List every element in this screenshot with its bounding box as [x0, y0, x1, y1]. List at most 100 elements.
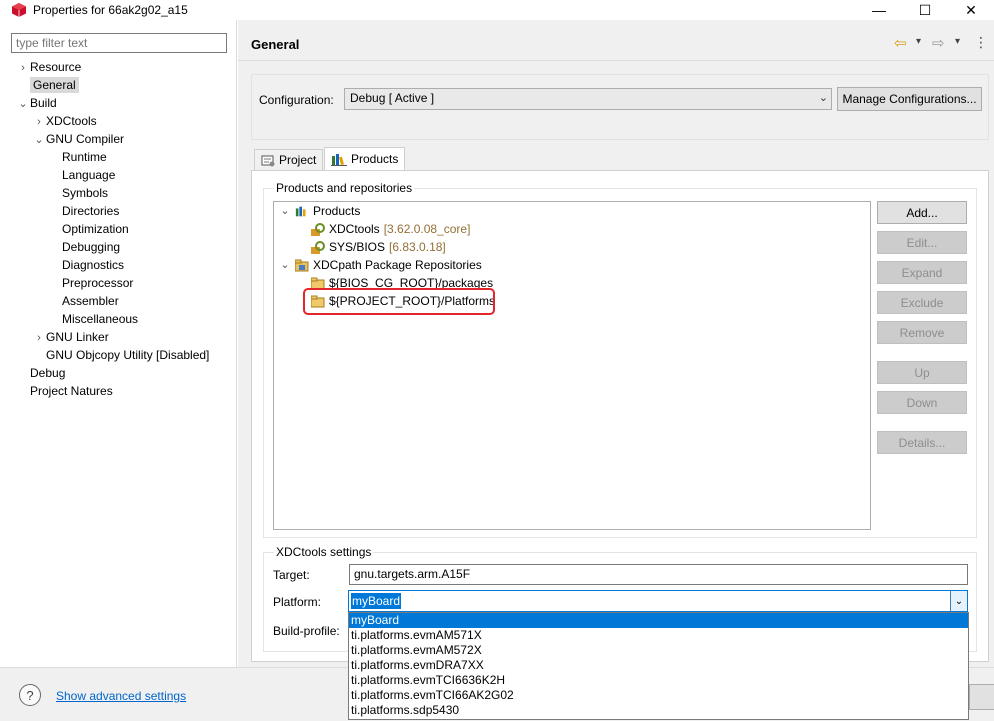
chevron-down-icon[interactable]: ⌄	[279, 256, 291, 274]
nav-tree-item[interactable]: Directories	[16, 202, 236, 220]
view-menu-icon[interactable]: ⋮	[974, 34, 988, 51]
chevron-down-icon[interactable]: ⌄	[16, 95, 30, 113]
platform-dropdown-list[interactable]: myBoard ti.platforms.evmAM571X ti.platform…	[348, 612, 969, 720]
tab-products[interactable]: Products	[324, 147, 406, 170]
filter-input[interactable]	[11, 33, 227, 53]
chevron-down-icon: ⌄	[818, 92, 828, 104]
nav-tree-item-label: Language	[62, 168, 116, 182]
footer-button-partial[interactable]	[969, 684, 994, 710]
add-button[interactable]: Add...	[877, 201, 967, 224]
platform-selected-value: myBoard	[351, 593, 402, 609]
nav-tree-item[interactable]: Symbols	[16, 184, 236, 202]
tab-products-label: Products	[351, 152, 399, 166]
nav-tree-item[interactable]: Miscellaneous	[16, 310, 236, 328]
nav-tree-item[interactable]: Project Natures	[16, 382, 236, 400]
platform-option[interactable]: ti.platforms.evmAM572X	[349, 643, 968, 658]
nav-tree-item[interactable]: › XDCtools	[16, 112, 236, 130]
configuration-select[interactable]: Debug [ Active ] ⌄	[344, 88, 832, 110]
nav-tree-item-label: GNU Linker	[46, 330, 109, 344]
show-advanced-settings-link[interactable]: Show advanced settings	[56, 689, 186, 703]
products-books-icon	[331, 153, 347, 166]
nav-tree-item[interactable]: General	[16, 76, 236, 94]
project-properties-icon	[261, 155, 275, 166]
nav-tree-item-label: Assembler	[62, 294, 119, 308]
chevron-right-icon[interactable]: ›	[32, 113, 46, 131]
platform-option[interactable]: ti.platforms.evmAM571X	[349, 628, 968, 643]
tree-item-label: Products	[313, 204, 361, 218]
nav-tree-item[interactable]: Preprocessor	[16, 274, 236, 292]
header-divider	[238, 60, 994, 61]
nav-tree-item[interactable]: › GNU Linker	[16, 328, 236, 346]
tab-project[interactable]: Project	[254, 149, 324, 170]
forward-arrow-icon[interactable]: ⇨	[932, 34, 945, 52]
platform-option[interactable]: ti.platforms.evmTCI6636K2H	[349, 673, 968, 688]
nav-tree-item-label: Diagnostics	[62, 258, 125, 272]
nav-tree-item[interactable]: Assembler	[16, 292, 236, 310]
manage-configurations-button[interactable]: Manage Configurations...	[837, 87, 982, 111]
configuration-label: Configuration:	[259, 93, 334, 107]
products-group-legend: Products and repositories	[274, 181, 415, 195]
remove-button[interactable]: Remove	[877, 321, 967, 344]
target-field[interactable]: gnu.targets.arm.A15F	[349, 564, 968, 585]
nav-tree-item-label: GNU Objcopy Utility [Disabled]	[46, 348, 210, 362]
tree-item-label: XDCpath Package Repositories	[313, 258, 482, 272]
back-arrow-icon[interactable]: ⇦	[894, 34, 907, 52]
nav-tree-item[interactable]: Language	[16, 166, 236, 184]
exclude-button[interactable]: Exclude	[877, 291, 967, 314]
gear-package-icon	[311, 222, 325, 236]
chevron-right-icon[interactable]: ›	[16, 59, 30, 77]
tree-item-xdctools[interactable]: XDCtools [3.62.0.08_core]	[311, 220, 470, 238]
nav-tree-item[interactable]: Debug	[16, 364, 236, 382]
app-cube-icon	[12, 3, 26, 17]
window-title: Properties for 66ak2g02_a15	[33, 3, 188, 17]
tree-item-sysbios[interactable]: SYS/BIOS [6.83.0.18]	[311, 238, 446, 256]
minimize-button[interactable]: —	[856, 0, 902, 20]
nav-tree-item[interactable]: Runtime	[16, 148, 236, 166]
gear-package-icon	[311, 240, 325, 254]
nav-tree-item-label: General	[30, 77, 79, 93]
nav-tree-item-label: Miscellaneous	[62, 312, 139, 326]
navigation-tree: › Resource General ⌄ Build › XDCtools ⌄ GNU Comp…	[16, 58, 236, 400]
maximize-button[interactable]: ☐	[902, 0, 948, 20]
details-button[interactable]: Details...	[877, 431, 967, 454]
nav-tree-item-label: Preprocessor	[62, 276, 134, 290]
nav-tree-item[interactable]: ⌄ GNU Compiler	[16, 130, 236, 148]
tree-item-version: [6.83.0.18]	[389, 240, 446, 254]
edit-button[interactable]: Edit...	[877, 231, 967, 254]
chevron-down-icon[interactable]: ⌄	[279, 202, 291, 220]
expand-button[interactable]: Expand	[877, 261, 967, 284]
platform-option[interactable]: myBoard	[349, 613, 968, 628]
tree-item-products[interactable]: ⌄ Products	[279, 202, 360, 220]
forward-history-dropdown-icon[interactable]: ▾	[955, 36, 960, 47]
up-button[interactable]: Up	[877, 361, 967, 384]
platform-label: Platform:	[273, 595, 322, 609]
nav-tree-item[interactable]: GNU Objcopy Utility [Disabled]	[16, 346, 236, 364]
nav-tree-item[interactable]: Optimization	[16, 220, 236, 238]
products-books-icon	[295, 206, 306, 216]
repository-folder-icon	[295, 259, 309, 271]
nav-tree-item[interactable]: Diagnostics	[16, 256, 236, 274]
target-label: Target:	[273, 568, 310, 582]
platform-option[interactable]: ti.platforms.evmTCI66AK2G02	[349, 688, 968, 703]
help-icon[interactable]: ?	[19, 684, 41, 706]
close-button[interactable]: ✕	[948, 0, 994, 20]
tree-item-package-repositories[interactable]: ⌄ XDCpath Package Repositories	[279, 256, 482, 274]
platform-combo[interactable]: myBoard ⌄	[348, 590, 968, 612]
back-history-dropdown-icon[interactable]: ▾	[916, 36, 921, 47]
nav-tree-item-label: Build	[30, 96, 57, 110]
nav-tree-item[interactable]: Debugging	[16, 238, 236, 256]
chevron-down-icon[interactable]: ⌄	[950, 591, 967, 611]
nav-tree-item-label: Symbols	[62, 186, 109, 200]
chevron-down-icon[interactable]: ⌄	[32, 131, 46, 149]
platform-option[interactable]: ti.platforms.sdp5430	[349, 703, 968, 718]
tab-project-label: Project	[279, 153, 317, 167]
nav-tree-item[interactable]: ⌄ Build	[16, 94, 236, 112]
tree-item-version: [3.62.0.08_core]	[383, 222, 471, 236]
chevron-right-icon[interactable]: ›	[32, 329, 46, 347]
build-profile-label: Build-profile:	[273, 624, 340, 638]
nav-tree-item-label: Resource	[30, 60, 82, 74]
nav-tree-item[interactable]: › Resource	[16, 58, 236, 76]
nav-tree-item-label: Debug	[30, 366, 66, 380]
platform-option[interactable]: ti.platforms.evmDRA7XX	[349, 658, 968, 673]
down-button[interactable]: Down	[877, 391, 967, 414]
